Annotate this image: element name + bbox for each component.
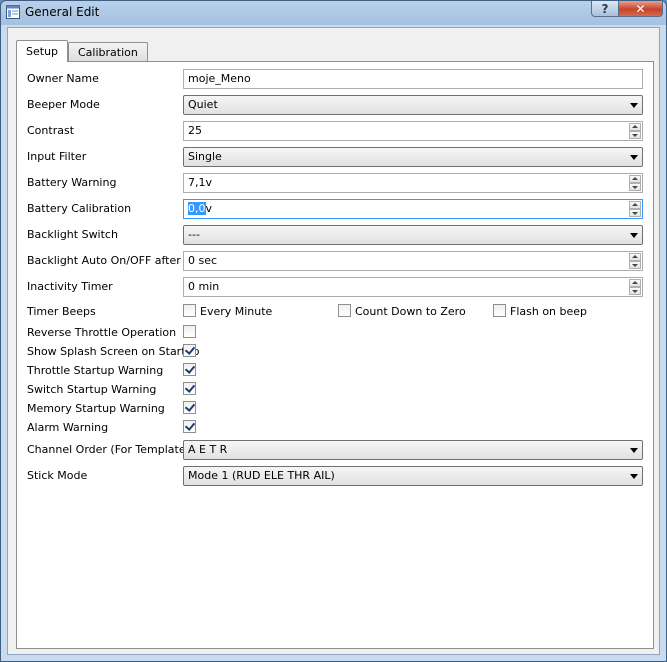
title-bar: General Edit ? ✕ xyxy=(1,1,666,25)
general-edit-window: General Edit ? ✕ Setup Calibration Owner… xyxy=(0,0,667,662)
chevron-down-icon xyxy=(630,155,638,160)
backlight-switch-value: --- xyxy=(188,228,200,241)
battery-calibration-selected-text: 0,0 xyxy=(188,202,206,215)
battery-warning-value: 7,1v xyxy=(188,176,213,189)
owner-name-value: moje_Meno xyxy=(188,72,251,85)
spin-up-icon[interactable] xyxy=(629,123,641,131)
beeper-mode-value: Quiet xyxy=(188,98,218,111)
alarm-warning-label: Alarm Warning xyxy=(27,421,109,434)
every-minute-label: Every Minute xyxy=(200,305,273,318)
spin-arrows-icon[interactable] xyxy=(629,123,641,139)
spin-arrows-icon[interactable] xyxy=(629,279,641,295)
input-filter-value: Single xyxy=(188,150,222,163)
battery-calibration-unit: v xyxy=(205,202,213,215)
dialog-client: Setup Calibration Owner Name moje_Meno B… xyxy=(7,27,660,655)
spin-arrows-icon[interactable] xyxy=(629,253,641,269)
battery-warning-spinbox[interactable]: 7,1v xyxy=(183,173,643,193)
count-down-label: Count Down to Zero xyxy=(355,305,466,318)
owner-name-label: Owner Name xyxy=(27,72,99,85)
spin-up-icon[interactable] xyxy=(629,279,641,287)
tab-calibration[interactable]: Calibration xyxy=(68,42,148,62)
reverse-throttle-label: Reverse Throttle Operation xyxy=(27,326,177,339)
chevron-down-icon xyxy=(630,474,638,479)
inactivity-timer-value: 0 min xyxy=(188,280,220,293)
spin-up-icon[interactable] xyxy=(629,175,641,183)
switch-warning-label: Switch Startup Warning xyxy=(27,383,157,396)
reverse-throttle-checkbox[interactable] xyxy=(183,325,196,338)
throttle-warning-label: Throttle Startup Warning xyxy=(27,364,164,377)
inactivity-timer-spinbox[interactable]: 0 min xyxy=(183,277,643,297)
battery-calibration-spinbox[interactable]: 0,0v xyxy=(183,199,643,219)
spin-down-icon[interactable] xyxy=(629,183,641,191)
switch-warning-checkbox[interactable] xyxy=(183,382,196,395)
splash-screen-label: Show Splash Screen on Startup xyxy=(27,345,200,358)
close-button[interactable]: ✕ xyxy=(618,1,663,17)
backlight-switch-label: Backlight Switch xyxy=(27,228,118,241)
flash-on-beep-label: Flash on beep xyxy=(510,305,588,318)
battery-warning-label: Battery Warning xyxy=(27,176,117,189)
backlight-switch-select[interactable]: --- xyxy=(183,225,643,245)
contrast-label: Contrast xyxy=(27,124,75,137)
count-down-checkbox[interactable] xyxy=(338,304,351,317)
backlight-auto-label: Backlight Auto On/OFF after xyxy=(27,254,181,267)
inactivity-timer-label: Inactivity Timer xyxy=(27,280,113,293)
channel-order-select[interactable]: A E T R xyxy=(183,440,643,460)
tab-setup[interactable]: Setup xyxy=(16,40,69,62)
spin-down-icon[interactable] xyxy=(629,287,641,295)
contrast-value: 25 xyxy=(188,124,202,137)
owner-name-input[interactable]: moje_Meno xyxy=(183,69,643,89)
contrast-spinbox[interactable]: 25 xyxy=(183,121,643,141)
spin-arrows-icon[interactable] xyxy=(629,201,641,217)
app-window-icon xyxy=(6,5,20,19)
input-filter-label: Input Filter xyxy=(27,150,87,163)
window-title: General Edit xyxy=(25,5,100,19)
memory-warning-checkbox[interactable] xyxy=(183,401,196,414)
throttle-warning-checkbox[interactable] xyxy=(183,363,196,376)
spin-down-icon[interactable] xyxy=(629,261,641,269)
setup-panel: Owner Name moje_Meno Beeper Mode Quiet C… xyxy=(16,61,654,649)
alarm-warning-checkbox[interactable] xyxy=(183,420,196,433)
help-button[interactable]: ? xyxy=(591,1,619,17)
chevron-down-icon xyxy=(630,448,638,453)
stick-mode-value: Mode 1 (RUD ELE THR AIL) xyxy=(188,469,335,482)
spin-arrows-icon[interactable] xyxy=(629,175,641,191)
every-minute-checkbox[interactable] xyxy=(183,304,196,317)
stick-mode-select[interactable]: Mode 1 (RUD ELE THR AIL) xyxy=(183,466,643,486)
spin-down-icon[interactable] xyxy=(629,209,641,217)
spin-up-icon[interactable] xyxy=(629,253,641,261)
help-icon: ? xyxy=(601,1,609,16)
splash-screen-checkbox[interactable] xyxy=(183,344,196,357)
flash-on-beep-checkbox[interactable] xyxy=(493,304,506,317)
battery-calibration-label: Battery Calibration xyxy=(27,202,132,215)
spin-down-icon[interactable] xyxy=(629,131,641,139)
backlight-auto-value: 0 sec xyxy=(188,254,218,267)
backlight-auto-spinbox[interactable]: 0 sec xyxy=(183,251,643,271)
beeper-mode-select[interactable]: Quiet xyxy=(183,95,643,115)
close-icon: ✕ xyxy=(635,1,646,16)
spin-up-icon[interactable] xyxy=(629,201,641,209)
channel-order-label: Channel Order (For Templates) xyxy=(27,443,196,456)
chevron-down-icon xyxy=(630,233,638,238)
timer-beeps-label: Timer Beeps xyxy=(27,305,96,318)
input-filter-select[interactable]: Single xyxy=(183,147,643,167)
channel-order-value: A E T R xyxy=(188,443,228,456)
memory-warning-label: Memory Startup Warning xyxy=(27,402,165,415)
beeper-mode-label: Beeper Mode xyxy=(27,98,100,111)
stick-mode-label: Stick Mode xyxy=(27,469,88,482)
chevron-down-icon xyxy=(630,103,638,108)
